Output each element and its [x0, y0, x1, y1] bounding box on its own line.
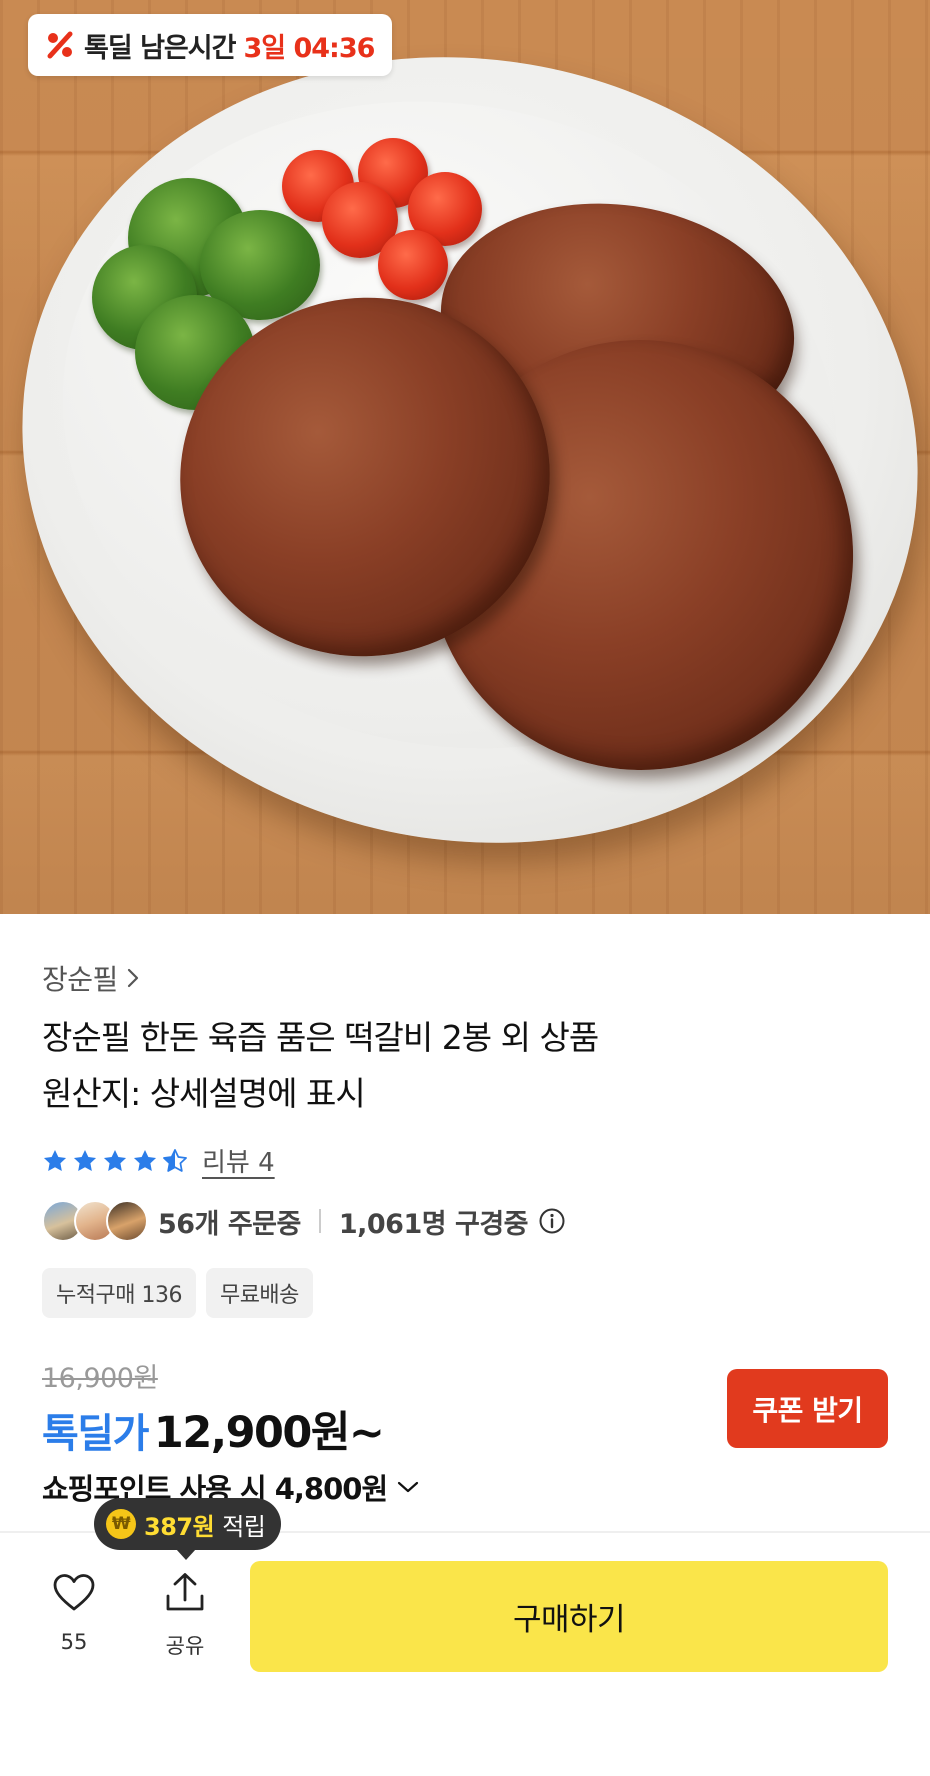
- star-full-icon: [73, 1149, 97, 1171]
- reward-amount: 387원: [144, 1512, 215, 1541]
- star-full-icon: [103, 1149, 127, 1171]
- deal-timer-badge: 톡딜 남은시간 3일 04:36: [28, 14, 393, 76]
- star-full-icon: [133, 1149, 157, 1171]
- share-icon: [166, 1573, 204, 1611]
- star-full-icon: [43, 1149, 67, 1171]
- like-count: 55: [60, 1630, 88, 1654]
- chevron-down-icon: [398, 1481, 419, 1493]
- won-coin-icon: ₩: [106, 1509, 136, 1539]
- heart-icon: [53, 1574, 95, 1611]
- deal-timer-time: 3일 04:36: [243, 32, 375, 64]
- get-coupon-button[interactable]: 쿠폰 받기: [727, 1369, 888, 1448]
- brand-link[interactable]: 장순필: [42, 958, 142, 998]
- tag-free-shipping: 무료배송: [205, 1268, 313, 1318]
- tag-list: 누적구매 136 무료배송: [42, 1268, 313, 1318]
- buy-button[interactable]: 구매하기: [250, 1561, 888, 1672]
- divider: [318, 1209, 321, 1233]
- product-origin-line: 원산지: 상세설명에 표시: [42, 1074, 366, 1113]
- original-price: 16,900원: [42, 1363, 158, 1394]
- percent-badge-icon: [47, 31, 73, 59]
- deal-price-label: 톡딜가: [42, 1411, 149, 1457]
- deal-price-value: 12,900원~: [153, 1408, 385, 1458]
- product-title: 장순필 한돈 육즙 품은 떡갈비 2봉 외 상품 원산지: 상세설명에 표시: [42, 1010, 882, 1122]
- product-title-line: 장순필 한돈 육즙 품은 떡갈비 2봉 외 상품: [42, 1018, 599, 1057]
- info-icon[interactable]: [538, 1207, 566, 1235]
- buyer-avatars: [42, 1200, 148, 1242]
- cherry-tomato: [378, 230, 448, 300]
- social-proof-row: 56개 주문중 1,061명 구경중: [42, 1200, 566, 1242]
- share-label: 공유: [165, 1634, 205, 1658]
- avatar: [106, 1200, 148, 1242]
- like-button[interactable]: 55: [34, 1570, 114, 1654]
- star-half-icon: [163, 1148, 187, 1172]
- ordering-count: 56개 주문중: [158, 1208, 301, 1240]
- reward-tooltip: ₩ 387원 적립: [94, 1498, 282, 1560]
- viewing-count: 1,061명 구경중: [338, 1208, 529, 1240]
- chevron-right-icon: [127, 968, 138, 988]
- tag-cumulative-purchase: 누적구매 136: [42, 1268, 196, 1318]
- deal-price-row: 톡딜가 12,900원~: [42, 1398, 385, 1460]
- review-link[interactable]: 리뷰 4: [202, 1142, 275, 1179]
- product-image[interactable]: [0, 0, 930, 914]
- deal-timer-label: 톡딜 남은시간: [84, 32, 236, 64]
- share-button[interactable]: 공유: [145, 1570, 225, 1660]
- reward-suffix: 적립: [222, 1512, 266, 1541]
- rating-row: 리뷰 4: [42, 1142, 275, 1179]
- brand-name: 장순필: [42, 963, 118, 996]
